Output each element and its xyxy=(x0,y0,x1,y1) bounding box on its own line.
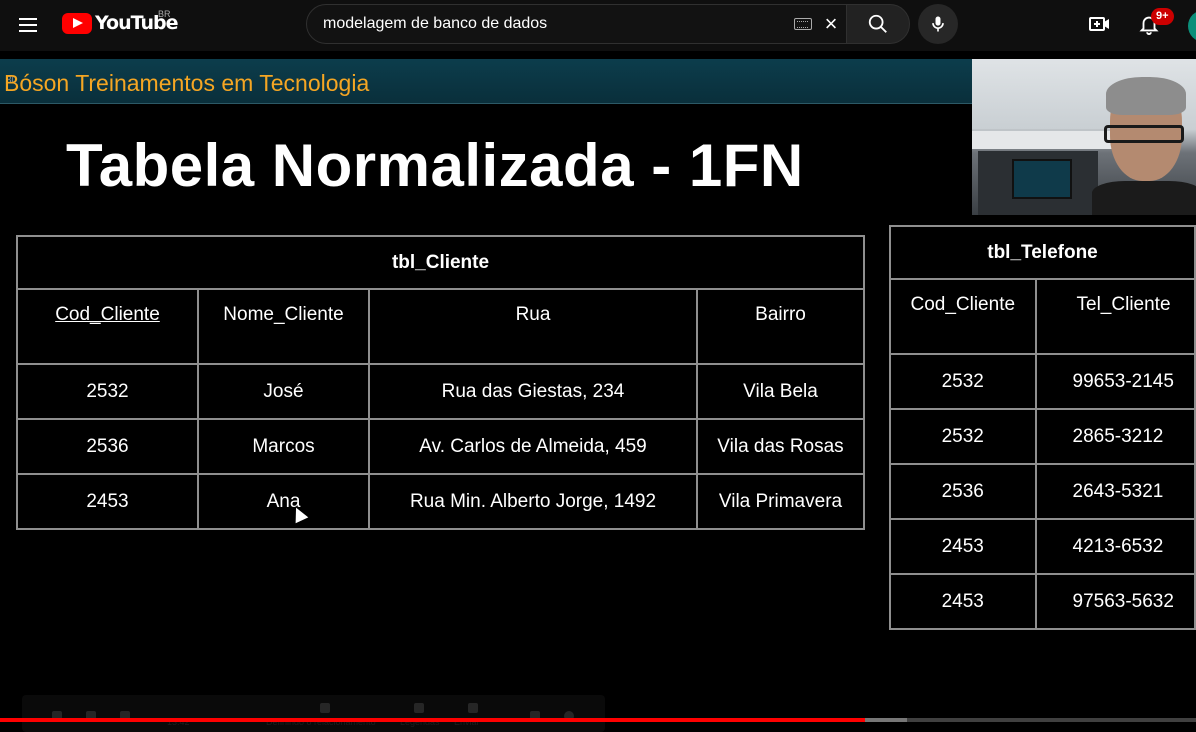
table-cell: Av. Carlos de Almeida, 459 xyxy=(368,418,698,475)
channel-banner: 30 Bóson Treinamentos em Tecnologia xyxy=(0,59,972,104)
table-row: 2453 4213-6532 xyxy=(889,518,1196,575)
column-header: Cod_Cliente xyxy=(889,278,1037,355)
top-bar: YouTube BR × 9+ xyxy=(0,0,1196,51)
search-icon xyxy=(868,14,887,33)
table-row: 2532 José Rua das Giestas, 234 Vila Bela xyxy=(16,363,865,420)
table-cell: 2532 xyxy=(889,353,1037,410)
table-cell: 99653-2145 xyxy=(1034,353,1196,410)
table-caption: tbl_Telefone xyxy=(889,225,1196,280)
search-input[interactable] xyxy=(323,5,783,43)
voice-search-button[interactable] xyxy=(918,4,958,44)
hamburger-icon xyxy=(19,24,37,26)
banner-text: Bóson Treinamentos em Tecnologia xyxy=(4,70,370,96)
table-cell: Vila Primavera xyxy=(696,473,865,530)
video-player[interactable]: 30 Bóson Treinamentos em Tecnologia Tabe… xyxy=(0,59,1196,732)
column-header: Bairro xyxy=(696,288,865,365)
transcript-icon[interactable] xyxy=(414,703,424,713)
table-telefone: tbl_Telefone Cod_Cliente Tel_Cliente 253… xyxy=(889,225,1196,630)
table-cell: 2453 xyxy=(889,573,1037,630)
search-button[interactable] xyxy=(846,4,910,44)
table-cell: José xyxy=(197,363,370,420)
presenter-webcam xyxy=(972,59,1196,215)
column-header: Rua xyxy=(368,288,698,365)
table-row: 2453 Ana Rua Min. Alberto Jorge, 1492 Vi… xyxy=(16,473,865,530)
table-cell: 2532 xyxy=(16,363,199,420)
column-header: Tel_Cliente xyxy=(1034,278,1196,355)
microphone-icon xyxy=(932,16,944,32)
table-cell: 4213-6532 xyxy=(1034,518,1196,575)
table-cell: 2643-5321 xyxy=(1034,463,1196,520)
table-cell: 2536 xyxy=(889,463,1037,520)
table-row: 2536 2643-5321 xyxy=(889,463,1196,520)
table-cell: Vila Bela xyxy=(696,363,865,420)
video-plus-icon xyxy=(1089,17,1109,31)
account-avatar[interactable] xyxy=(1188,10,1196,42)
column-header: Cod_Cliente xyxy=(16,288,199,365)
table-cell: Rua das Giestas, 234 xyxy=(368,363,698,420)
table-row: 2532 2865-3212 xyxy=(889,408,1196,465)
table-cell: 2453 xyxy=(889,518,1037,575)
hamburger-menu-button[interactable] xyxy=(8,5,48,45)
subtitles-icon[interactable] xyxy=(320,703,330,713)
table-cell: 2532 xyxy=(889,408,1037,465)
notification-count-badge: 9+ xyxy=(1151,8,1174,25)
table-cell: 2453 xyxy=(16,473,199,530)
table-caption: tbl_Cliente xyxy=(16,235,865,290)
slide-title: Tabela Normalizada - 1FN xyxy=(66,132,804,199)
column-header: Nome_Cliente xyxy=(197,288,370,365)
table-cell: Rua Min. Alberto Jorge, 1492 xyxy=(368,473,698,530)
create-button[interactable] xyxy=(1080,4,1120,44)
table-row: 2536 Marcos Av. Carlos de Almeida, 459 V… xyxy=(16,418,865,475)
table-cell: Vila das Rosas xyxy=(696,418,865,475)
video-progress-bar[interactable] xyxy=(0,718,1196,722)
search-box: × xyxy=(306,4,847,44)
table-row: 2532 99653-2145 xyxy=(889,353,1196,410)
keyboard-icon[interactable] xyxy=(794,18,812,30)
table-cell: 2536 xyxy=(16,418,199,475)
table-cell: 97563-5632 xyxy=(1034,573,1196,630)
table-cell: Marcos xyxy=(197,418,370,475)
progress-loaded xyxy=(864,718,907,722)
clear-search-icon[interactable]: × xyxy=(820,13,842,35)
country-code: BR xyxy=(158,9,171,19)
table-row: 2453 97563-5632 xyxy=(889,573,1196,630)
progress-played xyxy=(0,718,865,722)
youtube-play-icon xyxy=(62,12,92,34)
player-controls: 13:42 Definindo o relacionamento Legenda… xyxy=(22,695,605,732)
table-cell: 2865-3212 xyxy=(1034,408,1196,465)
share-icon[interactable] xyxy=(468,703,478,713)
table-cell: Ana xyxy=(197,473,370,530)
table-cliente: tbl_Cliente Cod_Cliente Nome_Cliente Rua… xyxy=(16,235,865,530)
